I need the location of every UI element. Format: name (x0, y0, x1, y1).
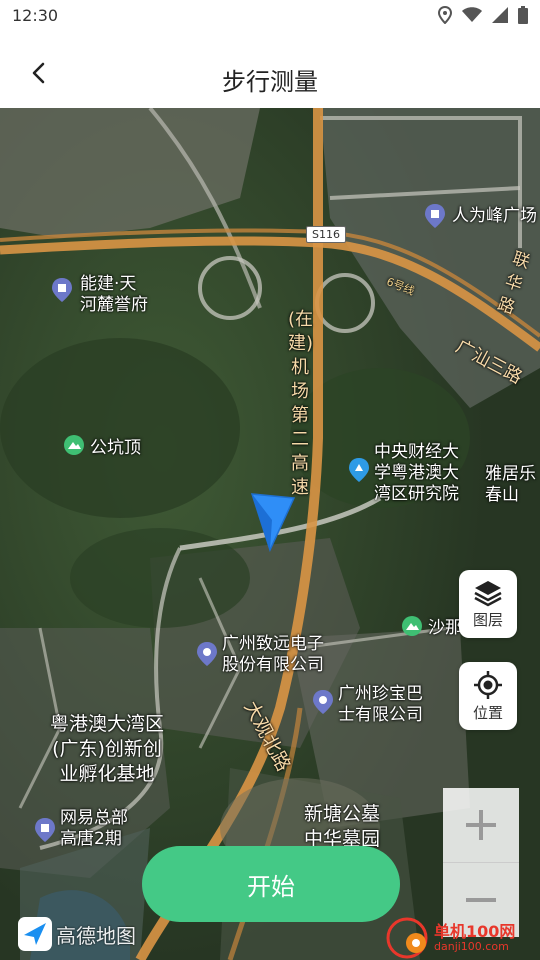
zhiyuan-line2: 股份有限公司 (222, 655, 324, 675)
map-label-gongkengding[interactable]: 公坑顶 (90, 438, 141, 459)
battery-icon (518, 6, 528, 24)
poi-company-icon (313, 690, 333, 714)
start-button-label: 开始 (247, 872, 295, 901)
signal-icon (492, 7, 508, 23)
status-bar: 12:30 (0, 0, 540, 32)
cufe-line3: 湾区研究院 (374, 484, 459, 504)
poi-mountain-icon (64, 435, 84, 455)
map-label-cufe[interactable]: 中央财经大 学粤港澳大 湾区研究院 (374, 442, 459, 505)
cufe-line1: 中央财经大 (374, 442, 459, 462)
zoom-in-button[interactable] (443, 788, 519, 863)
map-provider-logo: 高德地图 (18, 917, 136, 951)
start-button[interactable]: 开始 (142, 846, 400, 922)
zhenbao-line2: 士有限公司 (338, 705, 423, 725)
poi-company-icon (197, 642, 217, 666)
map-label-shana[interactable]: 沙那 (428, 618, 462, 639)
navigation-arrow-icon (250, 493, 296, 553)
map-label-xintang-cemetery[interactable]: 新塘公墓 中华墓园 (304, 802, 380, 852)
locate-label: 位置 (472, 703, 503, 722)
road-shield-s116: S116 (306, 226, 346, 243)
layers-button[interactable]: 图层 (459, 570, 517, 638)
layers-label: 图层 (472, 610, 503, 629)
zhenbao-line1: 广州珍宝巴 (338, 684, 423, 704)
netease-line2: 高唐2期 (60, 829, 122, 849)
amap-logo-icon (18, 917, 52, 951)
road-shield-label: S116 (312, 228, 340, 241)
poi-building-icon (425, 204, 445, 228)
page-title: 步行测量 (222, 68, 318, 96)
airport-expressway-text: (在建)机场第二高速 (288, 309, 314, 498)
map-label-yaju[interactable]: 雅居乐 春山 (485, 464, 536, 506)
yaju-line2: 春山 (485, 485, 519, 505)
watermark-line2: danji100.com (434, 940, 509, 953)
zoom-out-icon (466, 898, 496, 902)
map-label-zhenbao[interactable]: 广州珍宝巴 士有限公司 (338, 684, 423, 726)
gba-line3: 业孵化基地 (59, 763, 155, 785)
watermark: 单机100网 danji100.com (386, 914, 536, 960)
xintang-line1: 新塘公墓 (304, 803, 381, 825)
locate-icon (474, 670, 502, 699)
poi-building-icon (35, 818, 55, 842)
yaju-line1: 雅居乐 (485, 464, 536, 484)
poi-building-icon (52, 278, 72, 302)
watermark-logo-icon (386, 917, 428, 959)
wifi-icon (462, 7, 482, 22)
layers-icon (474, 580, 502, 606)
gba-line1: 粤港澳大湾区 (50, 713, 165, 735)
status-time: 12:30 (12, 6, 59, 25)
locate-button[interactable]: 位置 (459, 662, 517, 730)
map-label-nengjian[interactable]: 能建·天 河麓誉府 (80, 274, 148, 316)
map-label-gba-incubator[interactable]: 粤港澳大湾区 (广东)创新创 业孵化基地 (50, 712, 164, 787)
nengjian-line1: 能建·天 (80, 274, 137, 294)
status-icons (438, 6, 528, 24)
map-view[interactable]: S116 6号线 人为峰广场 联华路 广汕三路 能建·天 河麓誉府 公坑顶 (在… (0, 108, 540, 960)
map-label-renweifeng[interactable]: 人为峰广场 (452, 206, 537, 227)
gba-line2: (广东)创新创 (52, 738, 162, 760)
location-status-icon (438, 6, 452, 24)
app-bar: 步行测量 (0, 32, 540, 108)
poi-education-icon (349, 458, 369, 482)
map-label-netease[interactable]: 网易总部 高唐2期 (60, 808, 128, 850)
netease-line1: 网易总部 (60, 808, 128, 828)
zhiyuan-line1: 广州致远电子 (222, 634, 324, 654)
map-label-airport-expressway: (在建)机场第二高速 (288, 308, 314, 500)
zoom-in-icon (466, 810, 496, 840)
cufe-line2: 学粤港澳大 (374, 463, 459, 483)
poi-mountain-icon (402, 616, 422, 636)
watermark-line1: 单机100网 (434, 922, 516, 941)
nengjian-line2: 河麓誉府 (80, 295, 148, 315)
map-label-zhiyuan[interactable]: 广州致远电子 股份有限公司 (222, 634, 324, 676)
map-provider-text: 高德地图 (56, 923, 136, 948)
